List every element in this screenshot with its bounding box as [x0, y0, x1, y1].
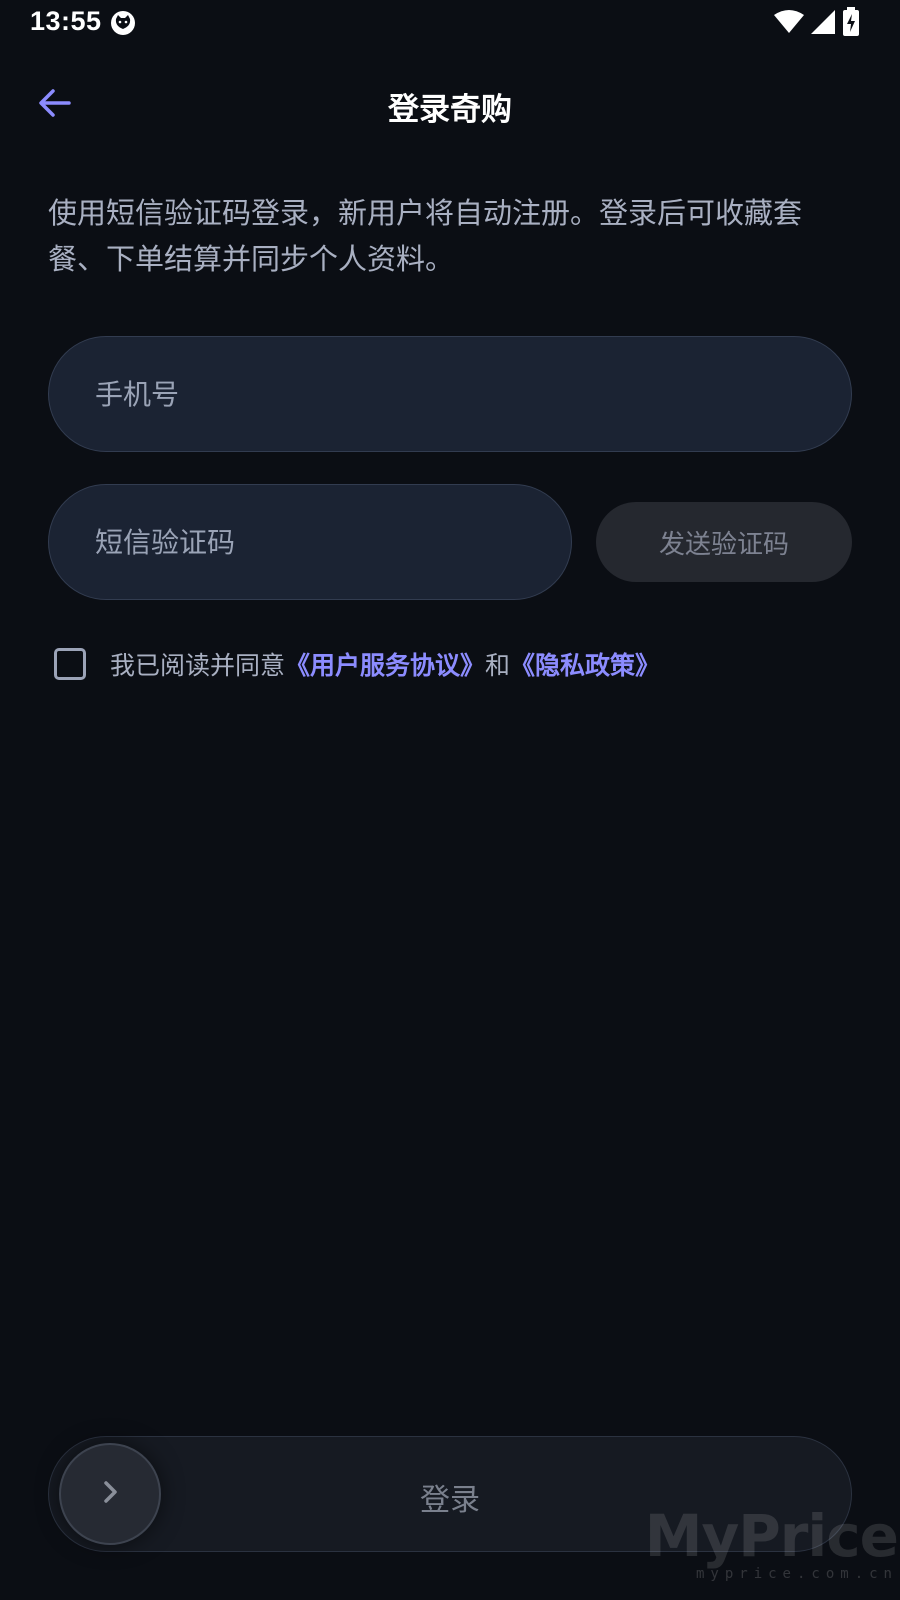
signal-icon — [810, 9, 836, 39]
agreement-row: 我已阅读并同意 《用户服务协议》 和 《隐私政策》 — [54, 644, 660, 684]
phone-input[interactable] — [95, 337, 817, 451]
agreement-prefix: 我已阅读并同意 — [110, 651, 286, 680]
login-description: 使用短信验证码登录，新用户将自动注册。登录后可收藏套餐、下单结算并同步个人资料。 — [48, 196, 803, 276]
sms-code-input[interactable] — [95, 485, 537, 599]
phone-field — [48, 336, 852, 452]
wifi-icon — [774, 10, 804, 38]
page-title: 登录奇购 — [388, 92, 512, 128]
agreement-conjunction: 和 — [485, 651, 511, 680]
terms-link[interactable]: 《用户服务协议》 — [285, 646, 485, 682]
status-icons — [774, 7, 860, 41]
cat-face-icon — [110, 10, 136, 36]
header: 登录奇购 — [0, 64, 900, 144]
watermark: MyPrice myprice.com.cn — [644, 1502, 899, 1582]
privacy-link[interactable]: 《隐私政策》 — [510, 646, 660, 682]
battery-charging-icon — [842, 7, 860, 41]
status-time: 13:55 — [30, 6, 102, 36]
status-bar: 13:55 — [0, 0, 900, 48]
agreement-checkbox[interactable] — [54, 648, 86, 680]
send-code-button[interactable]: 发送验证码 — [596, 502, 852, 582]
watermark-logo: MyPrice — [644, 1502, 899, 1570]
sms-code-field — [48, 484, 572, 600]
